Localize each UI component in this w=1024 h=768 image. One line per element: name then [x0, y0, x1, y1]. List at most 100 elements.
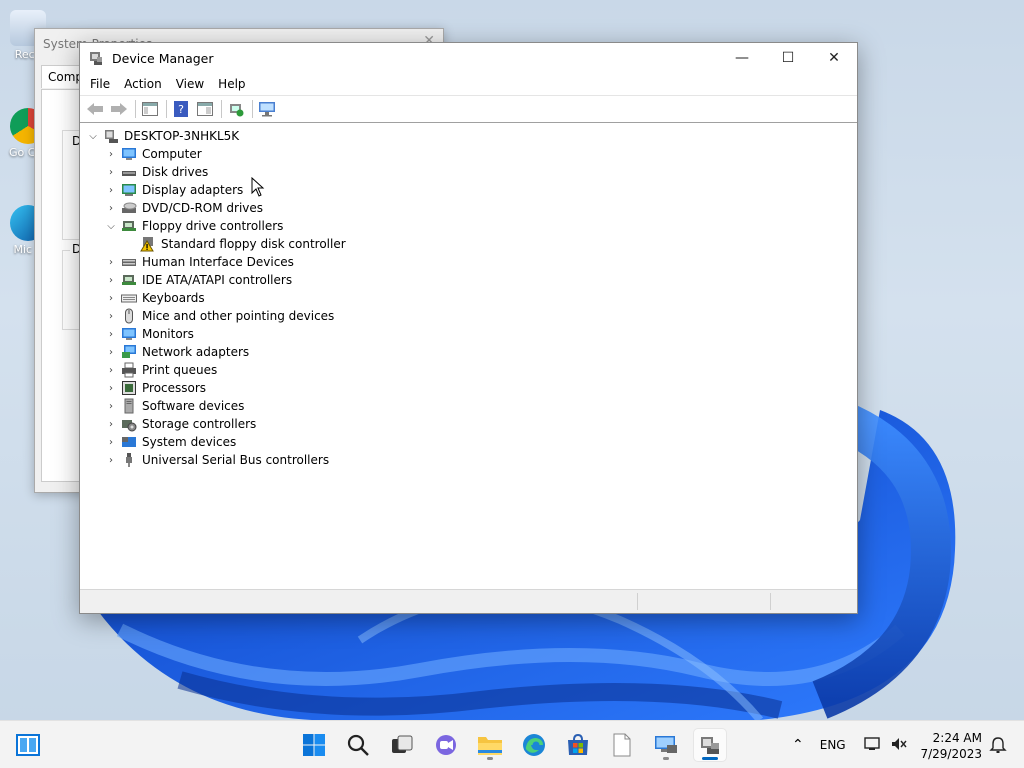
tree-item-label: Display adapters	[142, 183, 244, 197]
menu-action[interactable]: Action	[118, 75, 168, 93]
chevron-right-icon[interactable]: ›	[104, 363, 118, 377]
tree-item-label: Storage controllers	[142, 417, 257, 431]
store-icon[interactable]	[562, 729, 594, 761]
chevron-right-icon[interactable]: ›	[104, 183, 118, 197]
start-icon[interactable]	[298, 729, 330, 761]
dvd-drive-icon	[121, 200, 137, 216]
chevron-right-icon[interactable]: ›	[104, 309, 118, 323]
tree-item-display-adapters[interactable]: › Display adapters	[80, 181, 857, 199]
chevron-right-icon[interactable]: ›	[104, 201, 118, 215]
chevron-right-icon[interactable]: ›	[104, 327, 118, 341]
tree-item-software-devices[interactable]: › Software devices	[80, 397, 857, 415]
usb-icon	[121, 452, 137, 468]
tree-item-disk-drives[interactable]: › Disk drives	[80, 163, 857, 181]
tree-root[interactable]: ⌵ DESKTOP-3NHKL5K	[80, 127, 857, 145]
toolbar: ?	[80, 95, 857, 123]
storage-controller-icon	[121, 416, 137, 432]
chat-icon[interactable]	[430, 729, 462, 761]
notification-icon[interactable]	[982, 729, 1014, 761]
close-button[interactable]: ✕	[811, 43, 857, 73]
tree-item-processors[interactable]: › Processors	[80, 379, 857, 397]
chevron-right-icon[interactable]: ›	[104, 399, 118, 413]
status-bar	[80, 589, 857, 613]
tree-item-label: Mice and other pointing devices	[142, 309, 335, 323]
menu-file[interactable]: File	[84, 75, 116, 93]
tree-item-storage-controllers[interactable]: › Storage controllers	[80, 415, 857, 433]
floppy-controller-icon	[121, 218, 137, 234]
tree-item-label: Human Interface Devices	[142, 255, 294, 269]
device-manager-app-icon	[88, 50, 104, 66]
chevron-right-icon[interactable]: ›	[104, 147, 118, 161]
tree-item-label: Computer	[142, 147, 202, 161]
status-divider	[770, 593, 771, 610]
tree-item-label: Standard floppy disk controller	[161, 237, 346, 251]
taskbar: ⌃ ENG 2:24 AM 7/29/2023	[0, 720, 1024, 768]
network-icon[interactable]	[863, 736, 882, 755]
chevron-right-icon[interactable]: ›	[104, 453, 118, 467]
chevron-right-icon[interactable]: ›	[104, 165, 118, 179]
toolbar-separator	[166, 100, 167, 118]
toolbar-separator	[135, 100, 136, 118]
maximize-button[interactable]: ☐	[765, 43, 811, 73]
minimize-button[interactable]: —	[719, 43, 765, 73]
task-view-icon[interactable]	[386, 729, 418, 761]
status-divider	[637, 593, 638, 610]
show-hide-console-tree-icon[interactable]	[139, 98, 161, 120]
title-bar[interactable]: Device Manager — ☐ ✕	[80, 43, 857, 73]
device-manager-window[interactable]: Device Manager — ☐ ✕ File Action View He…	[79, 42, 858, 614]
tree-item-usb-controllers[interactable]: › Universal Serial Bus controllers	[80, 451, 857, 469]
tree-item-mice[interactable]: › Mice and other pointing devices	[80, 307, 857, 325]
tree-item-computer[interactable]: › Computer	[80, 145, 857, 163]
tree-item-dvd-drives[interactable]: › DVD/CD-ROM drives	[80, 199, 857, 217]
chevron-right-icon[interactable]: ›	[104, 345, 118, 359]
back-arrow-icon[interactable]	[84, 98, 106, 120]
tree-item-human-interface-devices[interactable]: › Human Interface Devices	[80, 253, 857, 271]
display-adapter-icon	[121, 182, 137, 198]
active-indicator	[702, 757, 718, 760]
tree-item-label: Processors	[142, 381, 207, 395]
edge-icon[interactable]	[518, 729, 550, 761]
scan-hardware-icon[interactable]	[256, 98, 278, 120]
chevron-right-icon[interactable]: ›	[104, 381, 118, 395]
device-tree[interactable]: ⌵ DESKTOP-3NHKL5K › Computer › Disk driv…	[80, 125, 857, 589]
device-manager-taskbar-icon[interactable]	[694, 729, 726, 761]
tree-item-standard-floppy-disk-controller[interactable]: Standard floppy disk controller	[80, 235, 857, 253]
remote-desktop-icon[interactable]	[650, 729, 682, 761]
forward-arrow-icon[interactable]	[108, 98, 130, 120]
computer-icon	[121, 146, 137, 162]
volume-muted-icon[interactable]	[890, 736, 908, 755]
show-desktop-widgets-icon[interactable]	[12, 729, 44, 761]
action-pane-icon[interactable]	[194, 98, 216, 120]
tree-item-keyboards[interactable]: › Keyboards	[80, 289, 857, 307]
help-icon[interactable]: ?	[170, 98, 192, 120]
menu-help[interactable]: Help	[212, 75, 251, 93]
clock[interactable]: 2:24 AM 7/29/2023	[920, 730, 982, 762]
language-indicator[interactable]: ENG	[820, 738, 846, 752]
file-explorer-icon[interactable]	[474, 729, 506, 761]
computer-root-icon	[103, 128, 119, 144]
show-hidden-icons-chevron-up-icon[interactable]: ⌃	[792, 737, 804, 753]
tree-item-floppy-drive-controllers[interactable]: ⌵ Floppy drive controllers	[80, 217, 857, 235]
chevron-right-icon[interactable]: ›	[104, 291, 118, 305]
chevron-right-icon[interactable]: ›	[104, 435, 118, 449]
update-driver-icon[interactable]	[225, 98, 247, 120]
tree-item-label: IDE ATA/ATAPI controllers	[142, 273, 293, 287]
chevron-right-icon[interactable]: ›	[104, 273, 118, 287]
tree-item-label: Network adapters	[142, 345, 250, 359]
tree-item-monitors[interactable]: › Monitors	[80, 325, 857, 343]
tree-item-ide-controllers[interactable]: › IDE ATA/ATAPI controllers	[80, 271, 857, 289]
ide-controller-icon	[121, 272, 137, 288]
chevron-down-icon[interactable]: ⌵	[86, 129, 100, 143]
tree-item-system-devices[interactable]: › System devices	[80, 433, 857, 451]
tree-item-network-adapters[interactable]: › Network adapters	[80, 343, 857, 361]
chevron-down-icon[interactable]: ⌵	[104, 219, 118, 233]
svg-text:?: ?	[178, 103, 184, 116]
notepad-icon[interactable]	[606, 729, 638, 761]
tree-item-print-queues[interactable]: › Print queues	[80, 361, 857, 379]
chevron-right-icon[interactable]: ›	[104, 417, 118, 431]
search-icon[interactable]	[342, 729, 374, 761]
system-tray: ⌃ ENG	[792, 721, 908, 768]
chevron-right-icon[interactable]: ›	[104, 255, 118, 269]
menu-view[interactable]: View	[170, 75, 210, 93]
tree-item-label: Software devices	[142, 399, 245, 413]
